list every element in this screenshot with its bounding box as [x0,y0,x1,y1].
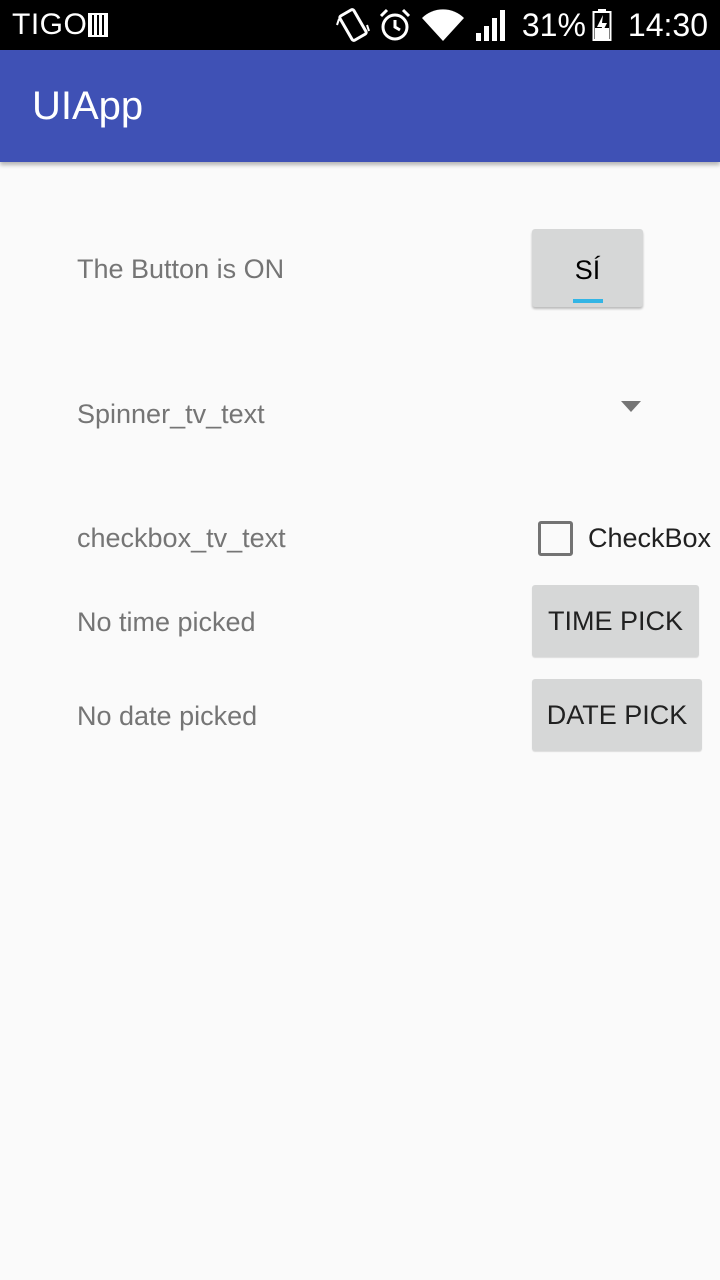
checkbox-box[interactable] [538,520,573,556]
vibrate-icon [335,8,370,42]
status-bar: TIGO 31% 14:30 [0,0,720,50]
date-status-label: No date picked [77,701,258,731]
toggle-button-label: SÍ [574,255,601,285]
time-status-label: No time picked [77,607,256,637]
signal-icon [475,10,505,41]
toggle-status-label: The Button is ON [77,254,285,284]
alarm-icon [379,8,410,41]
clock: 14:30 [627,6,708,43]
spinner-label[interactable]: Spinner_tv_text [77,399,265,430]
toggle-on-indicator [573,299,603,303]
date-pick-button[interactable]: DATE PICK [532,679,702,751]
battery-percentage: 31% [521,6,586,43]
checkbox[interactable]: CheckBox [538,519,711,557]
dropdown-arrow-icon[interactable] [621,401,641,412]
battery-charging-icon [592,9,612,41]
date-pick-button-label: DATE PICK [546,699,688,730]
app-bar: UIApp [0,50,720,162]
time-pick-button-label: TIME PICK [547,605,683,636]
time-pick-button[interactable]: TIME PICK [532,585,699,657]
status-icons: 31% 14:30 [335,6,708,44]
sim-card-icon [88,13,108,37]
toggle-button[interactable]: SÍ [532,229,643,307]
wifi-icon [421,9,464,41]
carrier-name: TIGO [12,8,88,41]
app-title: UIApp [32,84,144,128]
checkbox-label[interactable]: CheckBox [588,523,711,554]
checkbox-status-label: checkbox_tv_text [77,523,286,553]
